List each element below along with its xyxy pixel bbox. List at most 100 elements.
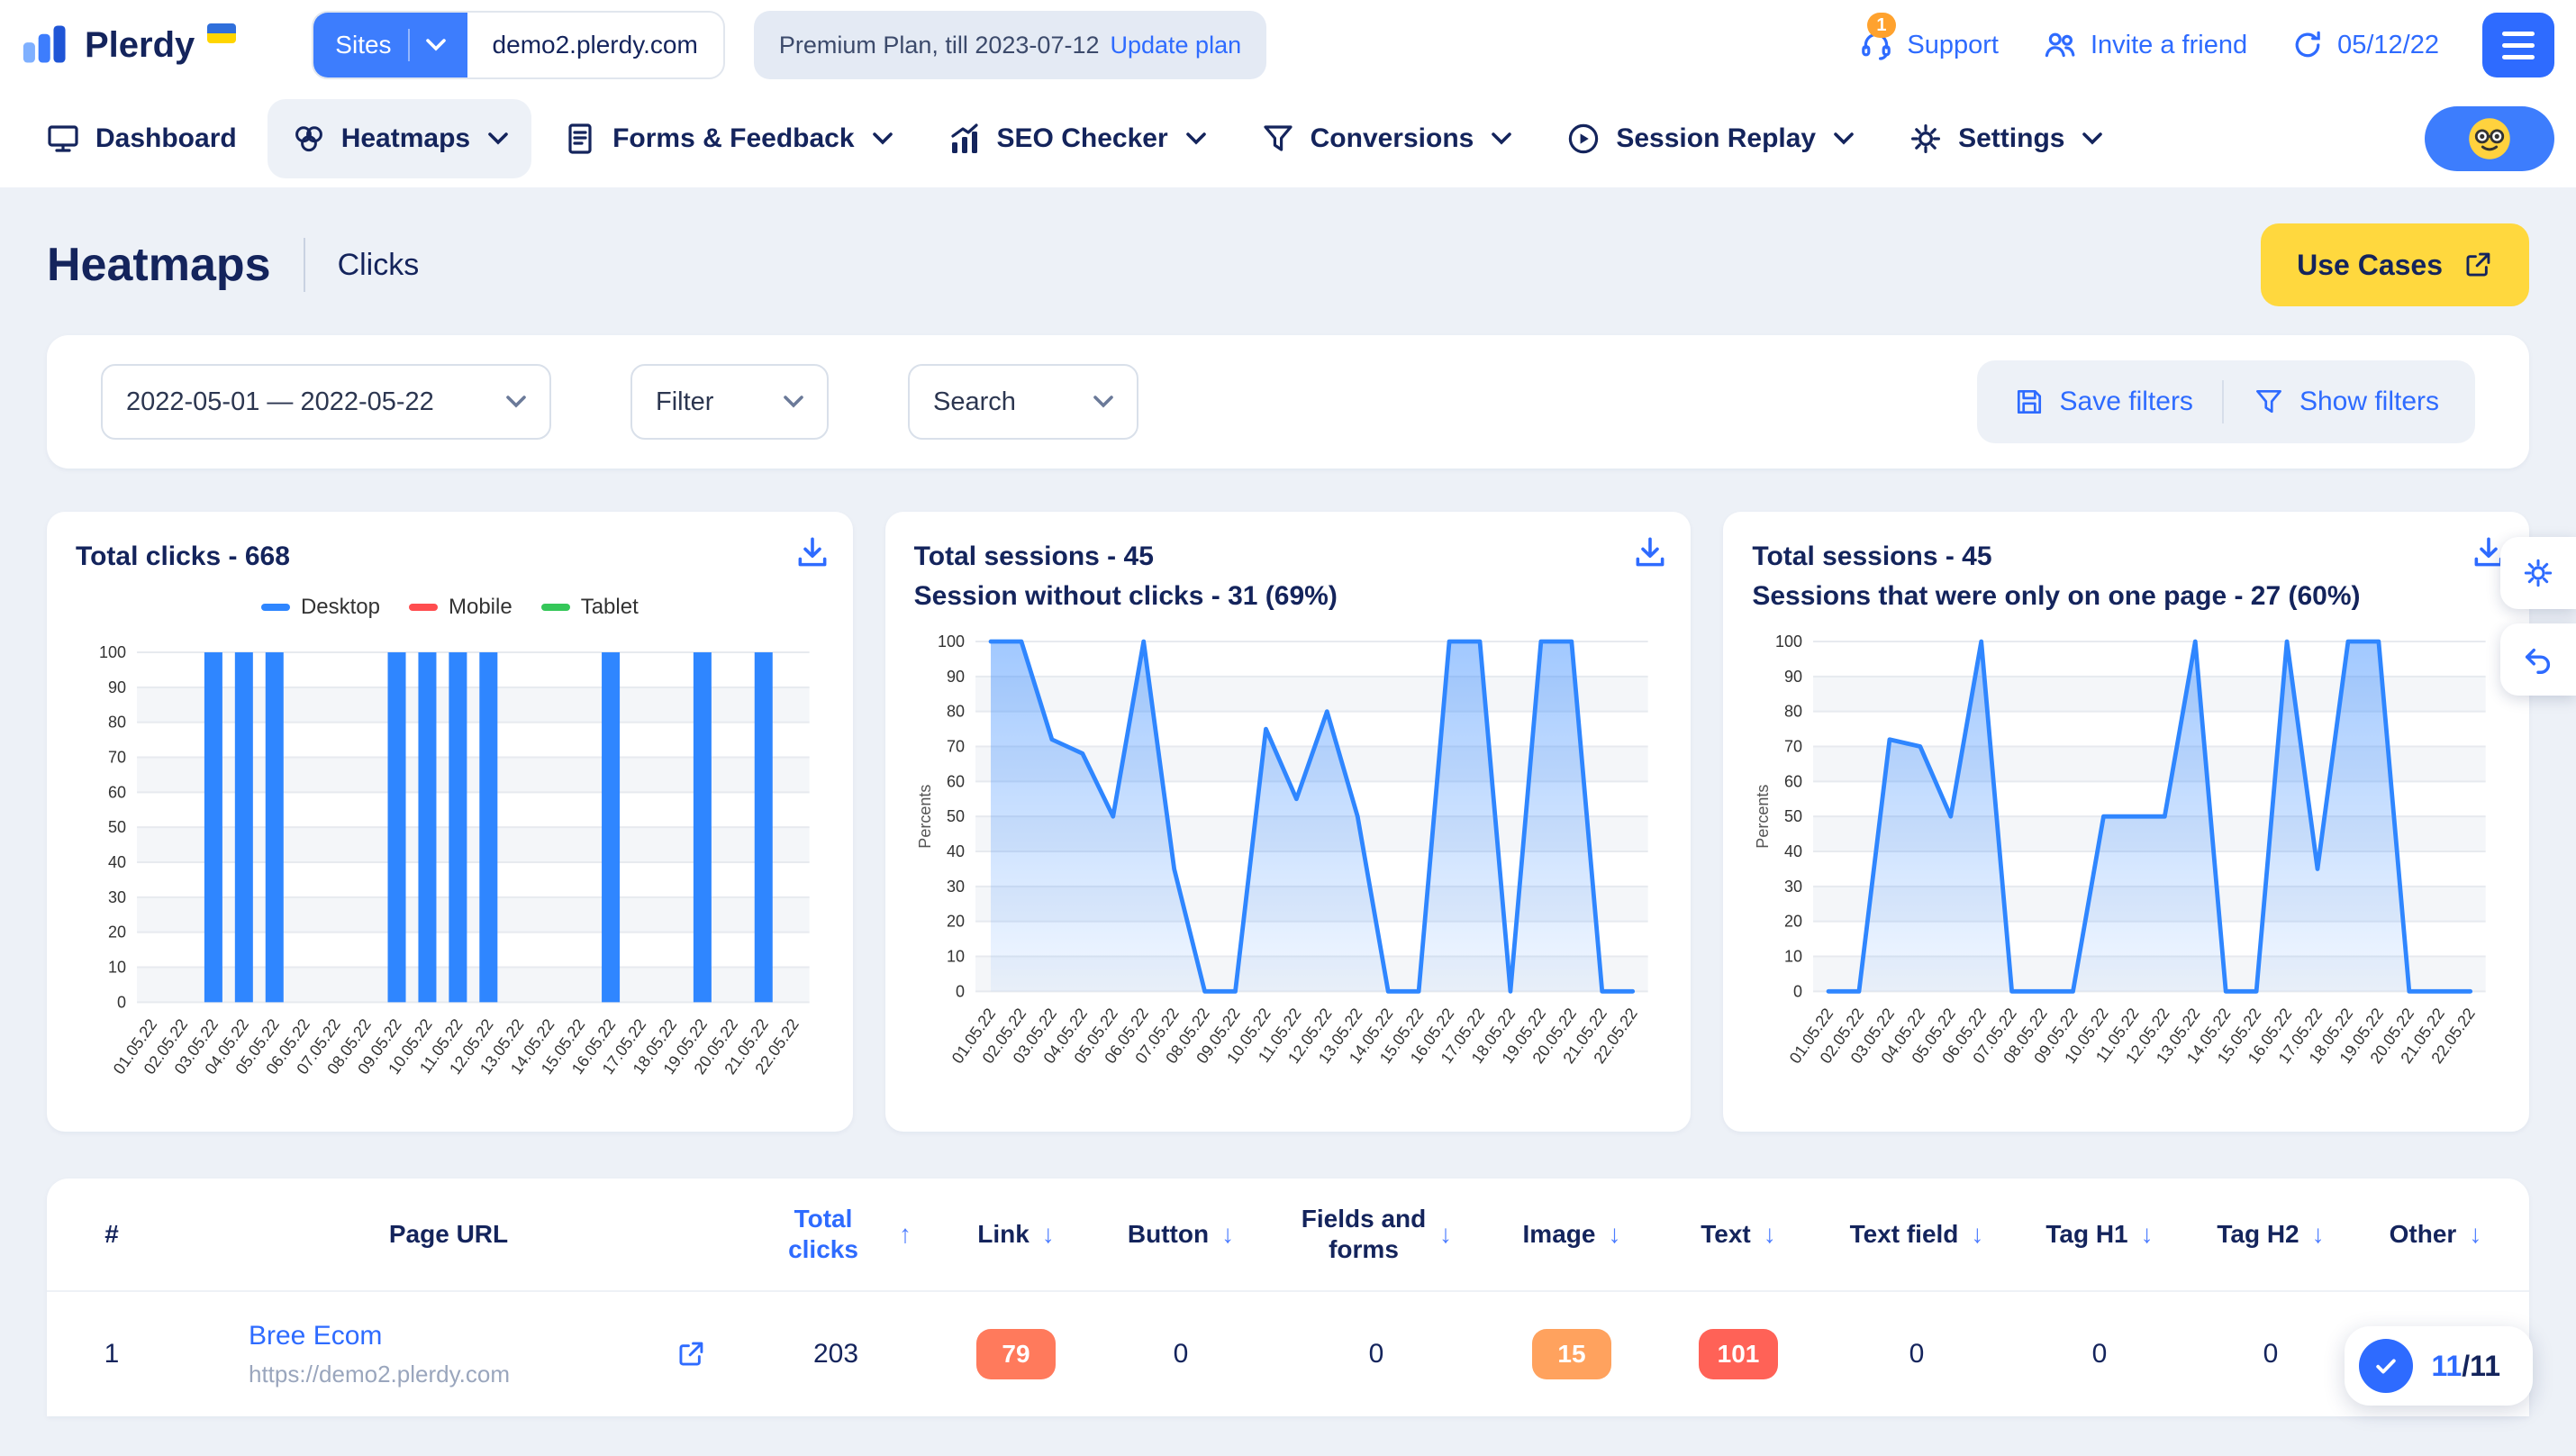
download-chart-button[interactable] <box>790 530 835 581</box>
page-link[interactable]: Bree Ecom <box>249 1321 510 1351</box>
chevron-down-icon <box>426 39 446 51</box>
sort-descending-icon[interactable]: ↓ <box>1042 1220 1055 1249</box>
divider <box>304 238 305 292</box>
legend-item-tablet[interactable]: Tablet <box>541 595 639 620</box>
total-clicks-bar-chart: 010203040506070809010001.05.2202.05.2203… <box>76 631 824 1121</box>
nav-item-forms-feedback[interactable]: Forms & Feedback <box>539 99 915 178</box>
chevron-down-icon <box>2082 132 2102 145</box>
nav-item-session-replay[interactable]: Session Replay <box>1542 99 1877 178</box>
settings-gear-button[interactable] <box>2500 537 2576 609</box>
save-filters-button[interactable]: Save filters <box>1984 360 2222 443</box>
svg-text:10: 10 <box>108 959 126 977</box>
chart-title: Total sessions - 45 <box>1752 537 2500 577</box>
svg-text:40: 40 <box>1784 842 1802 860</box>
side-tools-panel <box>2500 537 2576 696</box>
use-cases-button[interactable]: Use Cases <box>2261 223 2529 306</box>
svg-text:60: 60 <box>947 772 965 790</box>
metric-cell: 15 <box>1486 1329 1657 1379</box>
column-header-fields-and-forms[interactable]: Fields and forms↓ <box>1266 1204 1486 1265</box>
pages-table: #Page URLTotal clicks↑Link↓Button↓Fields… <box>47 1178 2529 1416</box>
chevron-down-icon <box>784 396 803 408</box>
page-title: Heatmaps <box>47 238 271 292</box>
sort-descending-icon[interactable]: ↓ <box>1608 1220 1620 1249</box>
legend-label: Mobile <box>449 595 512 620</box>
filters-bar: 2022-05-01 — 2022-05-22 Filter Search Sa… <box>47 335 2529 469</box>
date-range-select[interactable]: 2022-05-01 — 2022-05-22 <box>101 364 551 440</box>
sort-descending-icon[interactable]: ↓ <box>1764 1220 1776 1249</box>
svg-text:0: 0 <box>117 993 126 1011</box>
total-clicks-value: 203 <box>735 1339 937 1370</box>
update-plan-link[interactable]: Update plan <box>1110 32 1241 59</box>
play-icon <box>1565 121 1601 157</box>
download-chart-button[interactable] <box>1628 530 1673 581</box>
notification-badge: 1 <box>1867 13 1895 38</box>
sort-descending-icon[interactable]: ↓ <box>1971 1220 1983 1249</box>
svg-text:40: 40 <box>108 853 126 871</box>
sort-ascending-icon[interactable]: ↑ <box>899 1220 912 1249</box>
column-header-other[interactable]: Other↓ <box>2356 1219 2515 1250</box>
sort-descending-icon[interactable]: ↓ <box>1439 1220 1452 1249</box>
show-filters-button[interactable]: Show filters <box>2224 360 2468 443</box>
column-header-tag-h2[interactable]: Tag H2↓ <box>2185 1219 2356 1250</box>
column-label: Text field <box>1850 1219 1959 1250</box>
chart-legend: Desktop Mobile Tablet <box>76 587 824 627</box>
nav-item-label: Session Replay <box>1616 123 1816 154</box>
user-avatar[interactable] <box>2425 106 2554 171</box>
sort-descending-icon[interactable]: ↓ <box>2312 1220 2325 1249</box>
filter-funnel-icon <box>2253 386 2285 418</box>
plerdy-logo[interactable]: Plerdy <box>22 23 236 67</box>
divider <box>408 29 410 61</box>
brand-name: Plerdy <box>85 23 195 67</box>
sort-descending-icon[interactable]: ↓ <box>2141 1220 2154 1249</box>
sites-button[interactable]: Sites <box>313 13 467 77</box>
column-header-: # <box>61 1219 162 1250</box>
svg-text:20: 20 <box>947 913 965 931</box>
menu-button[interactable] <box>2482 13 2554 77</box>
nav-item-label: SEO Checker <box>997 123 1168 154</box>
current-date: 05/12/22 <box>2337 31 2439 60</box>
column-header-text[interactable]: Text↓ <box>1657 1219 1819 1250</box>
legend-item-mobile[interactable]: Mobile <box>409 595 512 620</box>
site-domain[interactable]: demo2.plerdy.com <box>467 13 723 77</box>
main-nav: DashboardHeatmapsForms & Feedback SEO Che… <box>0 90 2576 187</box>
nav-item-conversions[interactable]: Conversions <box>1237 99 1536 178</box>
nav-item-settings[interactable]: Settings <box>1884 99 2126 178</box>
use-cases-label: Use Cases <box>2297 249 2443 282</box>
progress-widget[interactable]: 11/11 <box>2345 1326 2533 1406</box>
date-refresh[interactable]: 05/12/22 <box>2290 28 2439 62</box>
nav-item-heatmaps[interactable]: Heatmaps <box>268 99 531 178</box>
column-header-tag-h1[interactable]: Tag H1↓ <box>2014 1219 2185 1250</box>
nav-item-label: Settings <box>1958 123 2064 154</box>
sort-descending-icon[interactable]: ↓ <box>1221 1220 1234 1249</box>
sessions-without-clicks-chart-card: Total sessions - 45 Session without clic… <box>885 512 1692 1132</box>
show-filters-label: Show filters <box>2299 387 2439 417</box>
svg-text:50: 50 <box>1784 807 1802 825</box>
headset-icon: 1 <box>1858 27 1894 63</box>
search-select[interactable]: Search <box>908 364 1138 440</box>
invite-friend-link[interactable]: Invite a friend <box>2042 27 2247 63</box>
chevron-down-icon <box>506 396 526 408</box>
column-header-image[interactable]: Image↓ <box>1486 1219 1657 1250</box>
sessions-area-chart: 010203040506070809010001.05.2202.05.2203… <box>914 620 1663 1110</box>
legend-item-desktop[interactable]: Desktop <box>261 595 380 620</box>
svg-text:100: 100 <box>1775 632 1802 651</box>
seo-icon <box>947 121 983 157</box>
column-header-total-clicks[interactable]: Total clicks↑ <box>735 1204 937 1265</box>
external-link-icon[interactable] <box>676 1339 706 1370</box>
monitor-icon <box>45 121 81 157</box>
charts-row: Total clicks - 668 DesktopMobileTablet 0… <box>47 512 2529 1132</box>
page-subtitle: Clicks <box>338 248 420 283</box>
support-link[interactable]: 1 Support <box>1858 27 1999 63</box>
plerdy-logo-icon <box>22 23 72 65</box>
filter-select[interactable]: Filter <box>630 364 829 440</box>
nav-item-dashboard[interactable]: Dashboard <box>22 99 260 178</box>
save-icon <box>2013 386 2045 418</box>
column-header-text-field[interactable]: Text field ↓ <box>1819 1219 2014 1250</box>
table-row: 1Bree Ecomhttps://demo2.plerdy.com203790… <box>47 1290 2529 1416</box>
sort-descending-icon[interactable]: ↓ <box>2469 1220 2481 1249</box>
undo-reply-button[interactable] <box>2500 623 2576 696</box>
nav-item-seo-checker[interactable]: SEO Checker <box>923 99 1229 178</box>
column-header-link[interactable]: Link↓ <box>937 1219 1095 1250</box>
sites-button-label: Sites <box>335 31 391 59</box>
column-header-button[interactable]: Button↓ <box>1095 1219 1266 1250</box>
